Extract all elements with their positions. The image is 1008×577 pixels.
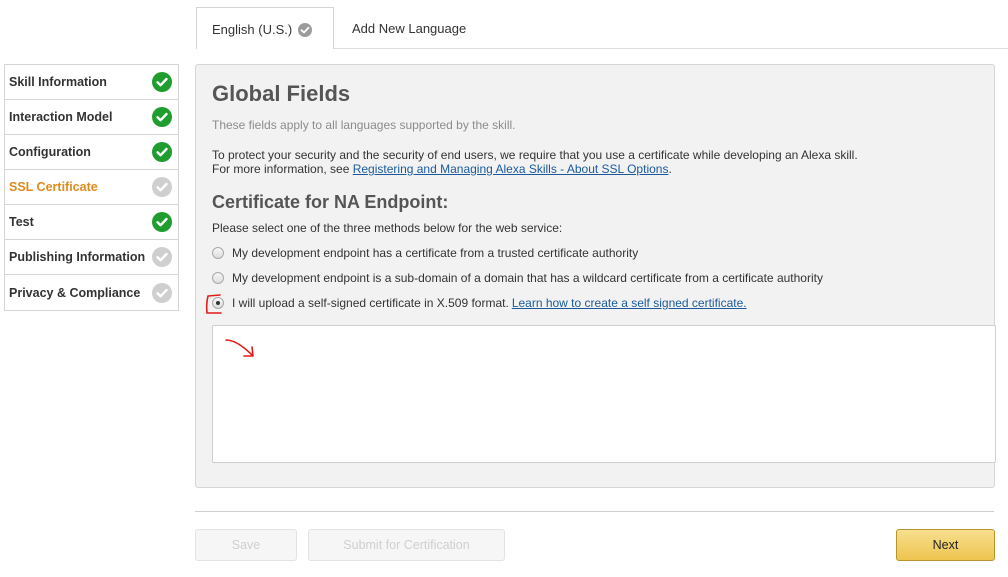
radio-wildcard-certificate[interactable]: [212, 272, 224, 284]
save-button[interactable]: Save: [195, 529, 297, 561]
page-title: Global Fields: [212, 81, 351, 106]
next-button[interactable]: Next: [896, 529, 995, 561]
sidebar-item-label: Configuration: [9, 145, 91, 159]
self-signed-help-link[interactable]: Learn how to create a self signed certif…: [512, 296, 747, 310]
check-circle-icon: [152, 212, 172, 232]
more-info-line: For more information, see Registering an…: [212, 162, 858, 176]
option-trusted-ca[interactable]: My development endpoint has a certificat…: [212, 246, 638, 260]
option-label: I will upload a self-signed certificate …: [232, 296, 509, 310]
sidebar-item-skill-information[interactable]: Skill Information: [5, 65, 178, 100]
option-self-signed[interactable]: I will upload a self-signed certificate …: [212, 296, 747, 310]
more-info-suffix: .: [668, 162, 672, 176]
sidebar-item-label: Skill Information: [9, 75, 107, 89]
sidebar-item-label: SSL Certificate: [9, 180, 98, 194]
sidebar-item-label: Test: [9, 215, 34, 229]
check-circle-icon: [152, 107, 172, 127]
more-info-prefix: For more information, see: [212, 162, 353, 176]
tab-add-new-language-label: Add New Language: [352, 20, 467, 36]
sidebar-item-privacy-compliance[interactable]: Privacy & Compliance: [5, 275, 178, 310]
check-circle-icon: [152, 247, 172, 267]
global-fields-panel: Global Fields These fields apply to all …: [195, 64, 996, 488]
sidebar-item-label: Interaction Model: [9, 110, 113, 124]
tab-add-new-language[interactable]: Add New Language: [352, 7, 492, 49]
tab-english-us[interactable]: English (U.S.): [196, 7, 334, 49]
security-text: To protect your security and the securit…: [212, 148, 858, 162]
certificate-textarea[interactable]: [212, 325, 996, 463]
check-circle-icon: [152, 72, 172, 92]
footer-divider: [195, 511, 994, 512]
sidebar-item-ssl-certificate[interactable]: SSL Certificate: [5, 170, 178, 205]
sidebar-item-configuration[interactable]: Configuration: [5, 135, 178, 170]
sidebar-nav: Skill Information Interaction Model Conf…: [4, 64, 179, 311]
method-instruction: Please select one of the three methods b…: [212, 221, 563, 235]
sidebar-item-publishing-information[interactable]: Publishing Information: [5, 240, 178, 275]
option-label: My development endpoint has a certificat…: [232, 246, 639, 260]
sidebar-item-test[interactable]: Test: [5, 205, 178, 240]
page-subtitle: These fields apply to all languages supp…: [212, 118, 516, 132]
submit-for-certification-button[interactable]: Submit for Certification: [308, 529, 505, 561]
check-circle-icon: [152, 177, 172, 197]
sidebar-item-label: Privacy & Compliance: [9, 285, 141, 300]
security-notice: To protect your security and the securit…: [212, 148, 858, 176]
certificate-heading: Certificate for NA Endpoint:: [212, 192, 449, 212]
tabs-divider: [334, 48, 1008, 49]
option-wildcard-certificate[interactable]: My development endpoint is a sub-domain …: [212, 271, 823, 285]
radio-trusted-ca[interactable]: [212, 247, 224, 259]
sidebar-item-interaction-model[interactable]: Interaction Model: [5, 100, 178, 135]
check-circle-icon: [298, 22, 313, 37]
ssl-options-link[interactable]: Registering and Managing Alexa Skills - …: [353, 162, 669, 176]
sidebar-item-label: Publishing Information: [9, 250, 146, 264]
check-circle-icon: [152, 142, 172, 162]
check-circle-icon: [152, 282, 172, 303]
option-label: My development endpoint is a sub-domain …: [232, 271, 823, 285]
radio-self-signed[interactable]: [212, 297, 224, 309]
tab-english-us-label: English (U.S.): [212, 22, 293, 37]
